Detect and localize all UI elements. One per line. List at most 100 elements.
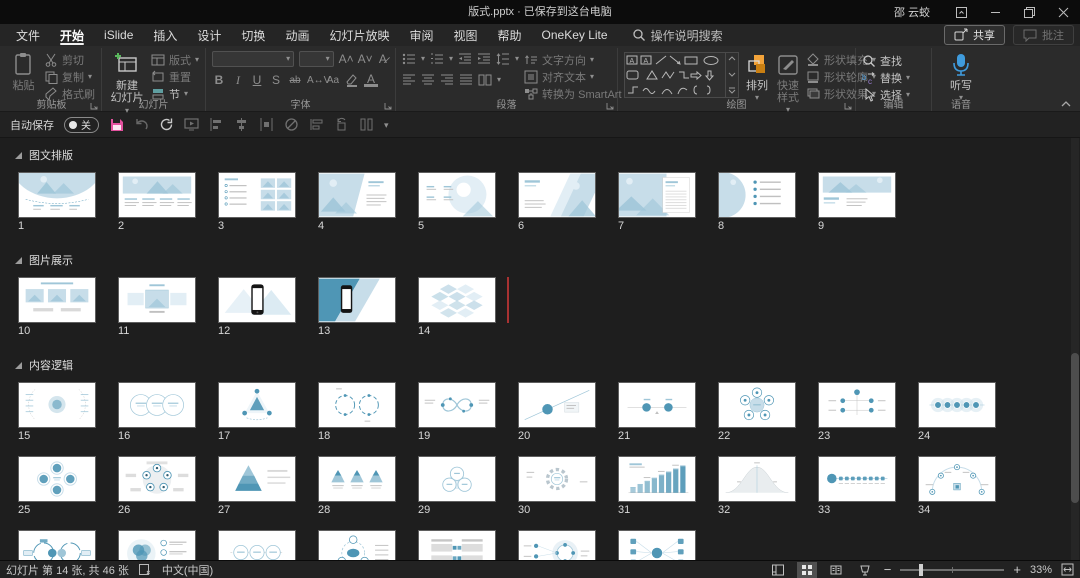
slide-thumbnail-31[interactable]: 31 — [618, 456, 696, 517]
share-button[interactable]: 共享 — [944, 25, 1005, 45]
slideshow-view-button[interactable] — [855, 562, 875, 578]
slide-thumbnail-22[interactable]: 22 — [718, 382, 796, 443]
section-collapse-icon[interactable] — [15, 362, 22, 369]
normal-view-button[interactable] — [768, 562, 788, 578]
find-button[interactable]: 查找 — [862, 54, 925, 68]
replace-button[interactable]: bc 替换▾ — [862, 71, 925, 85]
align-objects-icon[interactable] — [309, 117, 324, 132]
ribbon-tab-11[interactable]: OneKey Lite — [532, 24, 618, 46]
minimize-button[interactable] — [978, 0, 1012, 24]
layout-button[interactable]: 版式▾ — [151, 53, 199, 67]
ribbon-tab-4[interactable]: 设计 — [187, 24, 231, 46]
decrease-font-size-button[interactable]: A˅ — [358, 52, 372, 66]
copy-button[interactable]: 复制▾ — [44, 70, 95, 84]
zoom-level[interactable]: 33% — [1030, 564, 1052, 576]
zoom-slider[interactable] — [900, 569, 1004, 571]
slide-thumbnail-38[interactable]: 38 — [318, 530, 396, 560]
maximize-button[interactable] — [1012, 0, 1046, 24]
slide-thumbnail-27[interactable]: 27 — [218, 456, 296, 517]
increase-font-size-button[interactable]: A˄ — [339, 52, 353, 66]
bullets-button[interactable] — [402, 52, 416, 66]
bold-button[interactable]: B — [212, 73, 226, 87]
slide-thumbnail-18[interactable]: 18 — [318, 382, 396, 443]
user-name[interactable]: 邵 云蛟 — [880, 4, 944, 20]
ribbon-tab-1[interactable]: 开始 — [50, 24, 94, 46]
align-text-button[interactable]: 对齐文本▾ — [524, 70, 629, 84]
slide-thumbnail-20[interactable]: 20 — [518, 382, 596, 443]
reading-view-button[interactable] — [826, 562, 846, 578]
fit-to-window-icon[interactable] — [1061, 563, 1074, 576]
align-left-button[interactable] — [402, 73, 416, 87]
slide-thumbnail-19[interactable]: 19 — [418, 382, 496, 443]
slide-thumbnail-41[interactable]: 41 — [618, 530, 696, 560]
columns-button[interactable] — [478, 73, 492, 87]
ribbon-tab-10[interactable]: 帮助 — [488, 24, 532, 46]
section-header[interactable]: 图文排版 — [0, 147, 1080, 163]
section-collapse-icon[interactable] — [15, 152, 22, 159]
slide-thumbnail-1[interactable]: 1 — [18, 172, 96, 233]
decrease-indent-button[interactable] — [458, 52, 472, 66]
ribbon-display-options-icon[interactable] — [944, 0, 978, 24]
slide-thumbnail-40[interactable]: 40 — [518, 530, 596, 560]
dialog-launcher-icon[interactable] — [606, 102, 614, 110]
slide-thumbnail-33[interactable]: 33 — [818, 456, 896, 517]
distribute-horizontal-icon[interactable] — [259, 117, 274, 132]
character-spacing-button[interactable]: A↔V — [307, 75, 321, 86]
slide-thumbnail-34[interactable]: 34 — [918, 456, 996, 517]
font-size-combobox[interactable]: ▾ — [299, 51, 333, 67]
section-header[interactable]: 图片展示 — [0, 252, 1080, 268]
slide-thumbnail-12[interactable]: 12 — [218, 277, 296, 338]
qat-overflow-icon[interactable]: ▾ — [384, 121, 389, 129]
font-name-combobox[interactable]: ▾ — [212, 51, 294, 67]
slide-thumbnail-2[interactable]: 2 — [118, 172, 196, 233]
section-collapse-icon[interactable] — [15, 257, 22, 264]
scrollbar-thumb[interactable] — [1071, 353, 1079, 503]
slide-thumbnail-11[interactable]: 11 — [118, 277, 196, 338]
reset-button[interactable]: 重置 — [151, 70, 199, 84]
start-slideshow-icon[interactable] — [184, 117, 199, 132]
slide-thumbnail-21[interactable]: 21 — [618, 382, 696, 443]
slide-thumbnail-23[interactable]: 23 — [818, 382, 896, 443]
ribbon-tab-5[interactable]: 切换 — [231, 24, 275, 46]
font-color-button[interactable]: A — [364, 74, 378, 87]
slide-thumbnail-4[interactable]: 4 — [318, 172, 396, 233]
slide-thumbnail-29[interactable]: 29 — [418, 456, 496, 517]
columns-width-icon[interactable] — [359, 117, 374, 132]
ribbon-tab-7[interactable]: 幻灯片放映 — [319, 24, 399, 46]
italic-button[interactable]: I — [231, 73, 245, 88]
slide-thumbnail-37[interactable]: 37 — [218, 530, 296, 560]
slide-thumbnail-13[interactable]: 13 — [318, 277, 396, 338]
slide-thumbnail-24[interactable]: 24 — [918, 382, 996, 443]
section-header[interactable]: 内容逻辑 — [0, 357, 1080, 373]
slide-thumbnail-36[interactable]: 36 — [118, 530, 196, 560]
tell-me-search[interactable]: 操作说明搜索 — [632, 27, 723, 44]
slide-thumbnail-26[interactable]: 26 — [118, 456, 196, 517]
slide-thumbnail-25[interactable]: 25 — [18, 456, 96, 517]
save-icon[interactable] — [109, 117, 124, 132]
ribbon-tab-8[interactable]: 审阅 — [399, 24, 443, 46]
zoom-out-button[interactable]: − — [884, 564, 892, 576]
shapes-gallery[interactable]: A A — [624, 52, 739, 98]
language-indicator[interactable]: 中文(中国) — [162, 562, 213, 578]
gallery-down-icon[interactable] — [728, 72, 736, 78]
dialog-launcher-icon[interactable] — [384, 102, 392, 110]
slide-thumbnail-16[interactable]: 16 — [118, 382, 196, 443]
paste-button[interactable]: 粘贴 — [8, 50, 39, 101]
dialog-launcher-icon[interactable] — [90, 102, 98, 110]
ribbon-tab-2[interactable]: iSlide — [94, 24, 143, 46]
slide-counter[interactable]: 幻灯片 第 14 张, 共 46 张 — [6, 562, 129, 578]
redo-icon[interactable] — [159, 117, 174, 132]
dictate-button[interactable]: 听写▾ — [938, 50, 984, 102]
close-button[interactable] — [1046, 0, 1080, 24]
justify-button[interactable] — [459, 73, 473, 87]
slide-thumbnail-15[interactable]: 15 — [18, 382, 96, 443]
gallery-more-icon[interactable] — [728, 87, 736, 94]
autosave-toggle[interactable]: 关 — [64, 117, 99, 133]
align-center-button[interactable] — [421, 73, 435, 87]
slide-thumbnail-8[interactable]: 8 — [718, 172, 796, 233]
ribbon-tab-6[interactable]: 动画 — [275, 24, 319, 46]
slide-thumbnail-7[interactable]: 7 — [618, 172, 696, 233]
underline-button[interactable]: U — [250, 73, 264, 87]
slide-thumbnail-10[interactable]: 10 — [18, 277, 96, 338]
slide-thumbnail-5[interactable]: 5 — [418, 172, 496, 233]
